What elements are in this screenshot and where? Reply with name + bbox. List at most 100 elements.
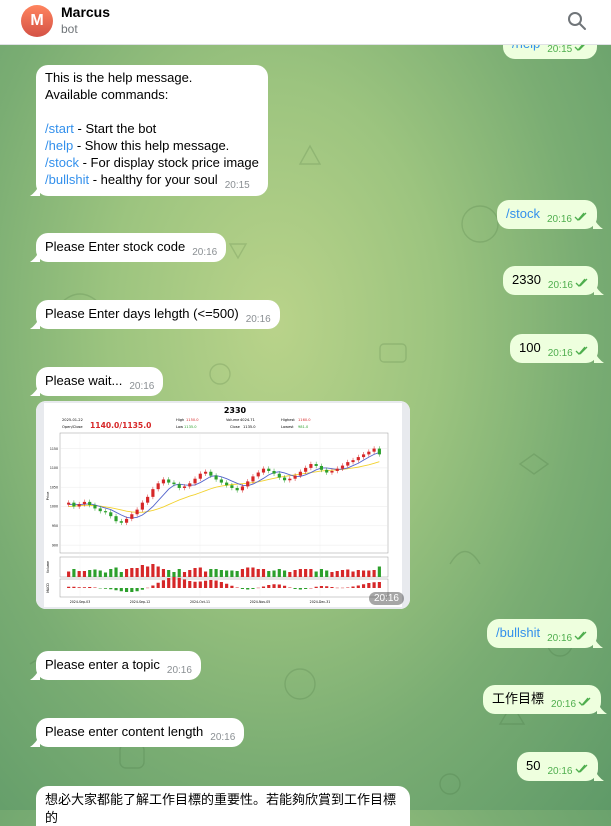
command-link-stock[interactable]: /stock (45, 155, 79, 170)
command-link-start[interactable]: /start (45, 121, 74, 136)
close-value: 1135.0 (243, 425, 256, 429)
volume-bar (315, 572, 318, 578)
message-outgoing[interactable]: 233020:16 (503, 266, 598, 295)
candle-body (278, 474, 281, 478)
message-outgoing[interactable]: /bullshit20:16 (487, 619, 597, 648)
macd-bar (325, 586, 328, 588)
candle-body (257, 473, 260, 477)
candle-body (209, 472, 212, 476)
bubble-tail (30, 250, 40, 262)
search-icon[interactable] (567, 11, 587, 31)
bubble-tail (594, 283, 604, 295)
volume-bar (188, 570, 191, 577)
volume-bar (151, 564, 154, 577)
chart-date: 2025-01-22 (62, 418, 83, 422)
volume-bar (262, 569, 265, 577)
message-incoming[interactable]: Please Enter stock code20:16 (36, 233, 226, 262)
macd-bar (78, 587, 81, 588)
volume-bar (162, 569, 165, 577)
macd-bar (141, 588, 144, 590)
candle-body (172, 483, 175, 485)
candle-body (141, 503, 144, 510)
message-text: Please enter content length (45, 724, 203, 739)
x-tick-label: 2024-Nov-05 (250, 600, 271, 604)
candle-body (367, 452, 370, 455)
photo-message[interactable]: 2330 2025-01-22 Open/Close 1140.0/1135.0… (36, 401, 410, 609)
message-time: 20:15 (547, 44, 572, 55)
candle-body (162, 479, 165, 483)
candle-body (262, 469, 265, 473)
high-value: 1150.0 (186, 418, 199, 422)
command-link[interactable]: /stock (506, 206, 540, 221)
candle-body (78, 504, 81, 506)
macd-bar (193, 582, 196, 588)
candle-body (288, 479, 291, 481)
volume-bar (241, 569, 244, 577)
candle-body (178, 484, 181, 488)
message-text: 100 (519, 340, 541, 355)
candle-body (351, 460, 354, 462)
highest-label: Highest (281, 418, 295, 422)
macd-bar (220, 582, 223, 588)
candle-body (225, 483, 228, 486)
volume-bar (109, 569, 112, 577)
volume-bar (130, 568, 133, 577)
message-outgoing[interactable]: 工作目標20:16 (483, 685, 601, 714)
volume-value: 4024.71 (240, 418, 255, 422)
avatar[interactable]: M (21, 5, 53, 37)
x-tick-label: 2024-Oct-11 (190, 600, 210, 604)
message-incoming[interactable]: Please wait...20:16 (36, 367, 163, 396)
candle-body (267, 469, 270, 471)
candle-body (330, 471, 333, 473)
message-incoming[interactable]: Please Enter days lehgth (<=500)20:16 (36, 300, 280, 329)
candle-body (272, 471, 275, 474)
volume-bar (141, 565, 144, 577)
blank-line (45, 103, 259, 120)
macd-bar (172, 577, 175, 588)
y-axis-label: Price (46, 491, 50, 501)
command-description: - Show this help message. (73, 138, 229, 153)
message-text: 50 (526, 758, 540, 773)
candle-body (299, 472, 302, 476)
macd-bar (83, 587, 86, 588)
candle-body (241, 486, 244, 490)
candle-body (230, 485, 233, 488)
candle-body (104, 511, 107, 512)
candle-body (251, 476, 254, 481)
volume-bar (325, 571, 328, 578)
macd-bar (88, 587, 91, 588)
volume-bar (341, 570, 344, 577)
volume-bar (278, 569, 281, 577)
volume-label: Volume (226, 418, 240, 422)
candle-body (236, 488, 239, 490)
command-link[interactable]: /bullshit (496, 625, 540, 640)
help-line: This is the help message. (45, 69, 259, 86)
macd-bar (93, 588, 96, 589)
command-link-help[interactable]: /help (45, 138, 73, 153)
command-link-bullshit[interactable]: /bullshit (45, 172, 89, 187)
read-check-icon (574, 212, 588, 221)
volume-bar (351, 572, 354, 578)
chat-title[interactable]: Marcus (61, 4, 110, 20)
message-outgoing[interactable]: 5020:16 (517, 752, 598, 781)
message-outgoing[interactable]: 10020:16 (510, 334, 598, 363)
candle-body (83, 502, 86, 504)
candle-body (336, 469, 339, 471)
message-incoming[interactable]: Please enter content length20:16 (36, 718, 244, 747)
help-command-row: /bullshit - healthy for your soul20:15 (45, 171, 259, 190)
stock-chart-image[interactable]: 2330 2025-01-22 Open/Close 1140.0/1135.0… (36, 401, 410, 609)
message-incoming[interactable]: 想必大家都能了解工作目標的重要性。若能夠欣賞到工作目標的 (36, 786, 410, 826)
message-incoming[interactable]: This is the help message. Available comm… (36, 65, 268, 196)
macd-bar (199, 582, 202, 589)
volume-bar (114, 568, 117, 578)
volume-bar (336, 571, 339, 577)
volume-bar (230, 571, 233, 578)
macd-bar (130, 588, 133, 592)
macd-bar (109, 588, 112, 589)
volume-bar (373, 570, 376, 577)
message-outgoing[interactable]: /stock20:16 (497, 200, 597, 229)
message-incoming[interactable]: Please enter a topic20:16 (36, 651, 201, 680)
volume-bar (146, 567, 149, 578)
low-value: 1135.0 (184, 425, 197, 429)
candle-body (315, 464, 318, 466)
